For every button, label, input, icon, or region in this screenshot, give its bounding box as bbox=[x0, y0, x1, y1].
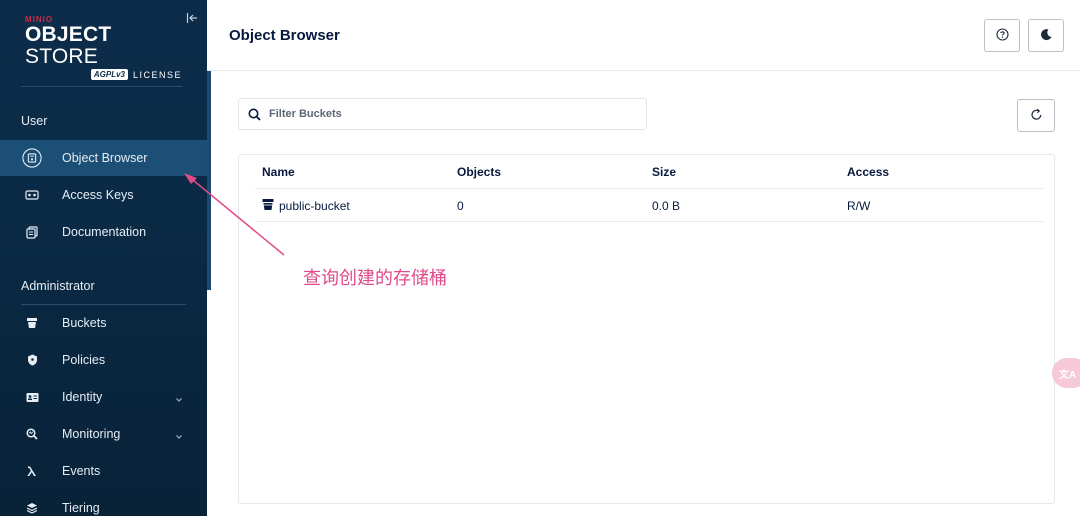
page-header: Object Browser bbox=[207, 0, 1080, 71]
annotation-text: 查询创建的存储桶 bbox=[303, 268, 447, 289]
table-row[interactable]: public-bucket 0 0.0 B R/W bbox=[255, 189, 1043, 222]
lambda-icon bbox=[22, 461, 42, 481]
sidebar-item-buckets[interactable]: Buckets bbox=[0, 305, 207, 341]
sidebar-item-label: Policies bbox=[62, 353, 106, 367]
sidebar-item-label: Object Browser bbox=[62, 151, 148, 165]
documentation-icon bbox=[22, 222, 42, 242]
filter-buckets-field[interactable] bbox=[238, 98, 647, 130]
translate-icon: 文A bbox=[1059, 369, 1077, 381]
theme-toggle-button[interactable] bbox=[1028, 19, 1064, 52]
sidebar-item-identity[interactable]: Identity bbox=[0, 379, 207, 415]
object-browser-icon bbox=[22, 148, 42, 168]
monitoring-icon bbox=[22, 424, 42, 444]
filter-buckets-input[interactable] bbox=[269, 99, 639, 129]
logo-product-name: OBJECT STORE bbox=[25, 24, 185, 68]
minio-logo[interactable]: MINIO OBJECT STORE AGPLv3 LICENSE bbox=[25, 15, 185, 80]
chevron-down-icon[interactable] bbox=[174, 429, 184, 439]
sidebar-item-label: Documentation bbox=[62, 225, 147, 239]
bucket-size-cell: 0.0 B bbox=[652, 199, 681, 213]
logo-product-bold: OBJECT bbox=[25, 23, 112, 46]
chevron-down-icon[interactable] bbox=[174, 392, 184, 402]
sidebar-item-documentation[interactable]: Documentation bbox=[0, 214, 207, 250]
sidebar-item-label: Tiering bbox=[62, 501, 100, 515]
bucket-icon bbox=[262, 198, 274, 211]
identity-icon bbox=[22, 387, 42, 407]
sidebar-item-label: Access Keys bbox=[62, 188, 134, 202]
sidebar-item-policies[interactable]: Policies bbox=[0, 342, 207, 378]
buckets-icon bbox=[22, 313, 42, 333]
section-label-user: User bbox=[21, 114, 48, 128]
bucket-name-cell[interactable]: public-bucket bbox=[279, 199, 350, 213]
logo-license-text: LICENSE bbox=[132, 69, 182, 80]
policies-icon bbox=[22, 350, 42, 370]
sidebar: MINIO OBJECT STORE AGPLv3 LICENSE User O… bbox=[0, 0, 207, 516]
logo-license-row: AGPLv3 LICENSE bbox=[25, 69, 182, 80]
sidebar-divider bbox=[21, 86, 182, 87]
tiering-icon bbox=[22, 498, 42, 516]
logo-product-rest: STORE bbox=[25, 45, 98, 68]
sidebar-item-object-browser[interactable]: Object Browser bbox=[0, 140, 207, 176]
column-header-access[interactable]: Access bbox=[847, 165, 889, 179]
search-icon bbox=[248, 108, 261, 121]
dark-mode-icon bbox=[1040, 28, 1053, 44]
sidebar-item-tiering[interactable]: Tiering bbox=[0, 490, 207, 516]
column-header-name[interactable]: Name bbox=[262, 165, 295, 179]
sidebar-item-label: Buckets bbox=[62, 316, 107, 330]
help-icon bbox=[995, 27, 1009, 44]
help-button[interactable] bbox=[984, 19, 1020, 52]
buckets-table: Name Objects Size Access public-bucket 0… bbox=[238, 154, 1055, 504]
sidebar-item-access-keys[interactable]: Access Keys bbox=[0, 177, 207, 213]
sidebar-item-label: Events bbox=[62, 464, 101, 478]
column-header-size[interactable]: Size bbox=[652, 165, 676, 179]
page-title: Object Browser bbox=[229, 27, 340, 44]
collapse-sidebar-icon[interactable] bbox=[186, 11, 198, 23]
column-header-objects[interactable]: Objects bbox=[457, 165, 501, 179]
bucket-access-cell: R/W bbox=[847, 199, 871, 213]
sidebar-item-events[interactable]: Events bbox=[0, 453, 207, 489]
sidebar-item-label: Identity bbox=[62, 390, 103, 404]
access-keys-icon bbox=[22, 185, 42, 205]
sidebar-item-label: Monitoring bbox=[62, 427, 121, 441]
translate-fab[interactable]: 文A bbox=[1052, 358, 1080, 388]
bucket-objects-cell: 0 bbox=[457, 199, 464, 213]
refresh-icon bbox=[1030, 108, 1043, 124]
agpl-badge: AGPLv3 bbox=[90, 69, 128, 80]
sidebar-item-monitoring[interactable]: Monitoring bbox=[0, 416, 207, 452]
section-label-administrator: Administrator bbox=[21, 279, 95, 293]
refresh-button[interactable] bbox=[1017, 99, 1055, 132]
